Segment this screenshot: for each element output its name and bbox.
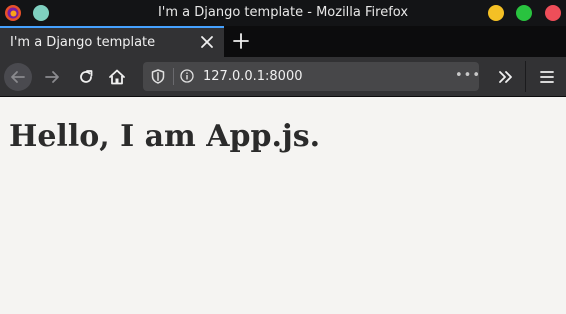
url-text[interactable]: 127.0.0.1:8000 — [203, 62, 303, 91]
shield-icon[interactable] — [151, 69, 165, 84]
close-tab-icon[interactable] — [198, 33, 216, 51]
forward-icon — [45, 71, 59, 83]
maximize-button[interactable] — [516, 5, 532, 21]
page-content: Hello, I am App.js. — [0, 97, 566, 314]
overflow-icon[interactable] — [496, 67, 516, 87]
back-icon — [11, 71, 25, 83]
toolbar-separator — [525, 61, 526, 92]
info-icon[interactable] — [180, 69, 194, 83]
urlbar-separator — [173, 68, 174, 85]
home-icon — [109, 69, 125, 85]
new-tab-icon[interactable] — [231, 31, 251, 51]
page-actions-button[interactable]: ••• — [455, 62, 481, 89]
menu-icon[interactable] — [537, 67, 557, 87]
forward-button[interactable] — [38, 63, 66, 91]
navigation-toolbar: 127.0.0.1:8000 ••• — [0, 57, 566, 97]
close-window-button[interactable] — [545, 5, 561, 21]
back-button[interactable] — [4, 63, 32, 91]
tab-strip: I'm a Django template — [0, 26, 566, 57]
tab-active[interactable]: I'm a Django template — [0, 26, 224, 57]
tab-label: I'm a Django template — [10, 35, 156, 50]
reload-button[interactable] — [72, 63, 100, 91]
minimize-button[interactable] — [488, 5, 504, 21]
window-title: I'm a Django template - Mozilla Firefox — [157, 5, 409, 20]
url-bar[interactable]: 127.0.0.1:8000 ••• — [143, 62, 481, 91]
window-titlebar: I'm a Django template - Mozilla Firefox — [0, 0, 566, 26]
reload-icon — [80, 70, 93, 83]
page-heading: Hello, I am App.js. — [9, 119, 321, 154]
home-button[interactable] — [103, 63, 131, 91]
